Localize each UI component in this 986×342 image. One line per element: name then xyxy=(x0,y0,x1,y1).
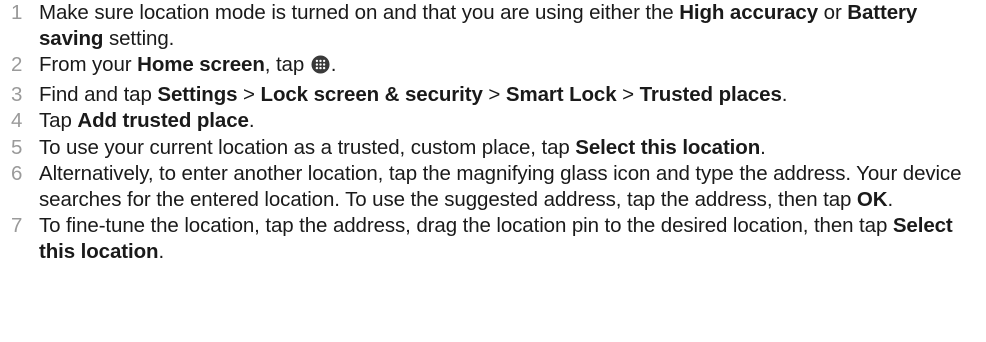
step-text-run: Tap xyxy=(39,109,78,132)
step-emphasis: Home screen xyxy=(137,53,265,76)
step-text-run: . xyxy=(887,187,894,211)
step-text-run: To use your current location as a truste… xyxy=(39,135,576,159)
step-text-run: . xyxy=(248,109,255,132)
step-text: To fine-tune the location, tap the addre… xyxy=(39,214,953,263)
step-text-run: To fine-tune the location, tap the addre… xyxy=(39,214,893,237)
step-item: 2 From your Home screen, tap . xyxy=(0,52,986,81)
step-number: 5 xyxy=(11,135,23,159)
step-number: 1 xyxy=(11,1,23,24)
step-number: 6 xyxy=(11,162,23,185)
apps-icon xyxy=(311,55,330,81)
step-emphasis: Smart Lock xyxy=(505,82,617,106)
step-item: 7 To fine-tune the location, tap the addr… xyxy=(0,213,986,264)
step-item: 4 Tap Add trusted place. xyxy=(0,108,986,134)
step-text-run: Alternatively, to enter another location… xyxy=(39,162,962,211)
step-text-run: . xyxy=(760,135,766,159)
step-emphasis: Lock screen & security xyxy=(260,82,483,106)
step-number: 7 xyxy=(11,214,23,237)
step-number: 3 xyxy=(11,82,23,106)
step-item: 5 To use your current location as a trust… xyxy=(0,135,986,161)
step-text-run: . xyxy=(781,82,788,106)
step-emphasis: Settings xyxy=(157,82,238,106)
step-text-run: setting. xyxy=(103,26,175,50)
step-text: From your Home screen, tap . xyxy=(39,53,336,76)
step-text: To use your current location as a truste… xyxy=(39,136,766,159)
step-item: 1 Make sure location mode is turned on an… xyxy=(0,0,986,51)
step-text: Make sure location mode is turned on and… xyxy=(39,1,917,50)
step-text-run: > xyxy=(616,82,640,106)
step-emphasis: OK xyxy=(856,187,888,211)
step-item: 3 Find and tap Settings > Lock screen & s… xyxy=(0,82,986,108)
step-text-run: From your xyxy=(39,53,138,76)
step-emphasis: High accuracy xyxy=(679,1,819,24)
step-text: Tap Add trusted place. xyxy=(39,109,255,132)
step-number: 2 xyxy=(11,53,23,76)
step-emphasis: Select this location xyxy=(575,135,761,159)
step-text-run: > xyxy=(237,82,261,106)
step-text-run: , tap xyxy=(264,53,310,76)
step-item: 6 Alternatively, to enter another locatio… xyxy=(0,161,986,212)
step-emphasis: Trusted places xyxy=(639,82,782,106)
instruction-steps: 1 Make sure location mode is turned on an… xyxy=(0,0,986,265)
step-text-run: Find and tap xyxy=(39,82,158,106)
step-text-run: > xyxy=(482,82,506,106)
step-number: 4 xyxy=(11,109,23,132)
step-text-run: or xyxy=(818,1,848,24)
step-text-run: . xyxy=(330,53,337,76)
step-emphasis: Add trusted place xyxy=(77,109,249,132)
step-text-run: . xyxy=(158,239,165,263)
step-text: Alternatively, to enter another location… xyxy=(39,162,962,211)
step-text: Find and tap Settings > Lock screen & se… xyxy=(39,83,787,106)
step-text-run: Make sure location mode is turned on and… xyxy=(39,1,680,24)
